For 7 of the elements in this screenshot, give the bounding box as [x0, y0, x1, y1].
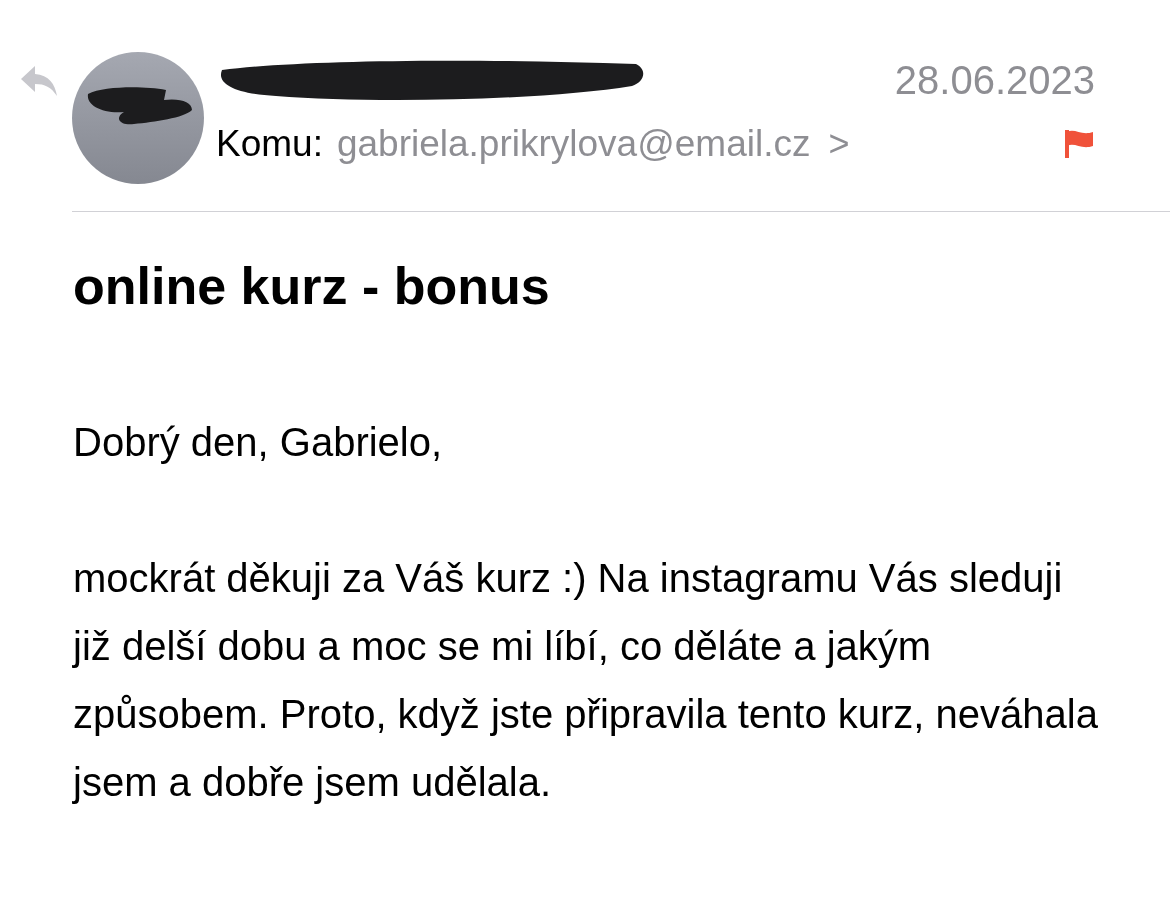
body-paragraph: Dobrý den, Gabrielo,	[73, 419, 444, 466]
recipient-label: Komu:	[216, 122, 323, 167]
chevron[interactable]: >	[828, 117, 850, 171]
date: 28.06.2023	[894, 57, 1095, 104]
subject: online kurz - bonus	[73, 256, 551, 317]
body-paragraph: mockrát děkuji za Váš kurz :) Na instagramu Vás sleduji již delší dobu a moc se mi líbí, co děláte a jakým způsobem. Proto, když jste připravila tento kurz, neváhala jsem a dobře jsem udělala.	[73, 555, 1099, 806]
recipient-address[interactable]: gabriela.prikrylova@email.cz	[336, 116, 811, 172]
